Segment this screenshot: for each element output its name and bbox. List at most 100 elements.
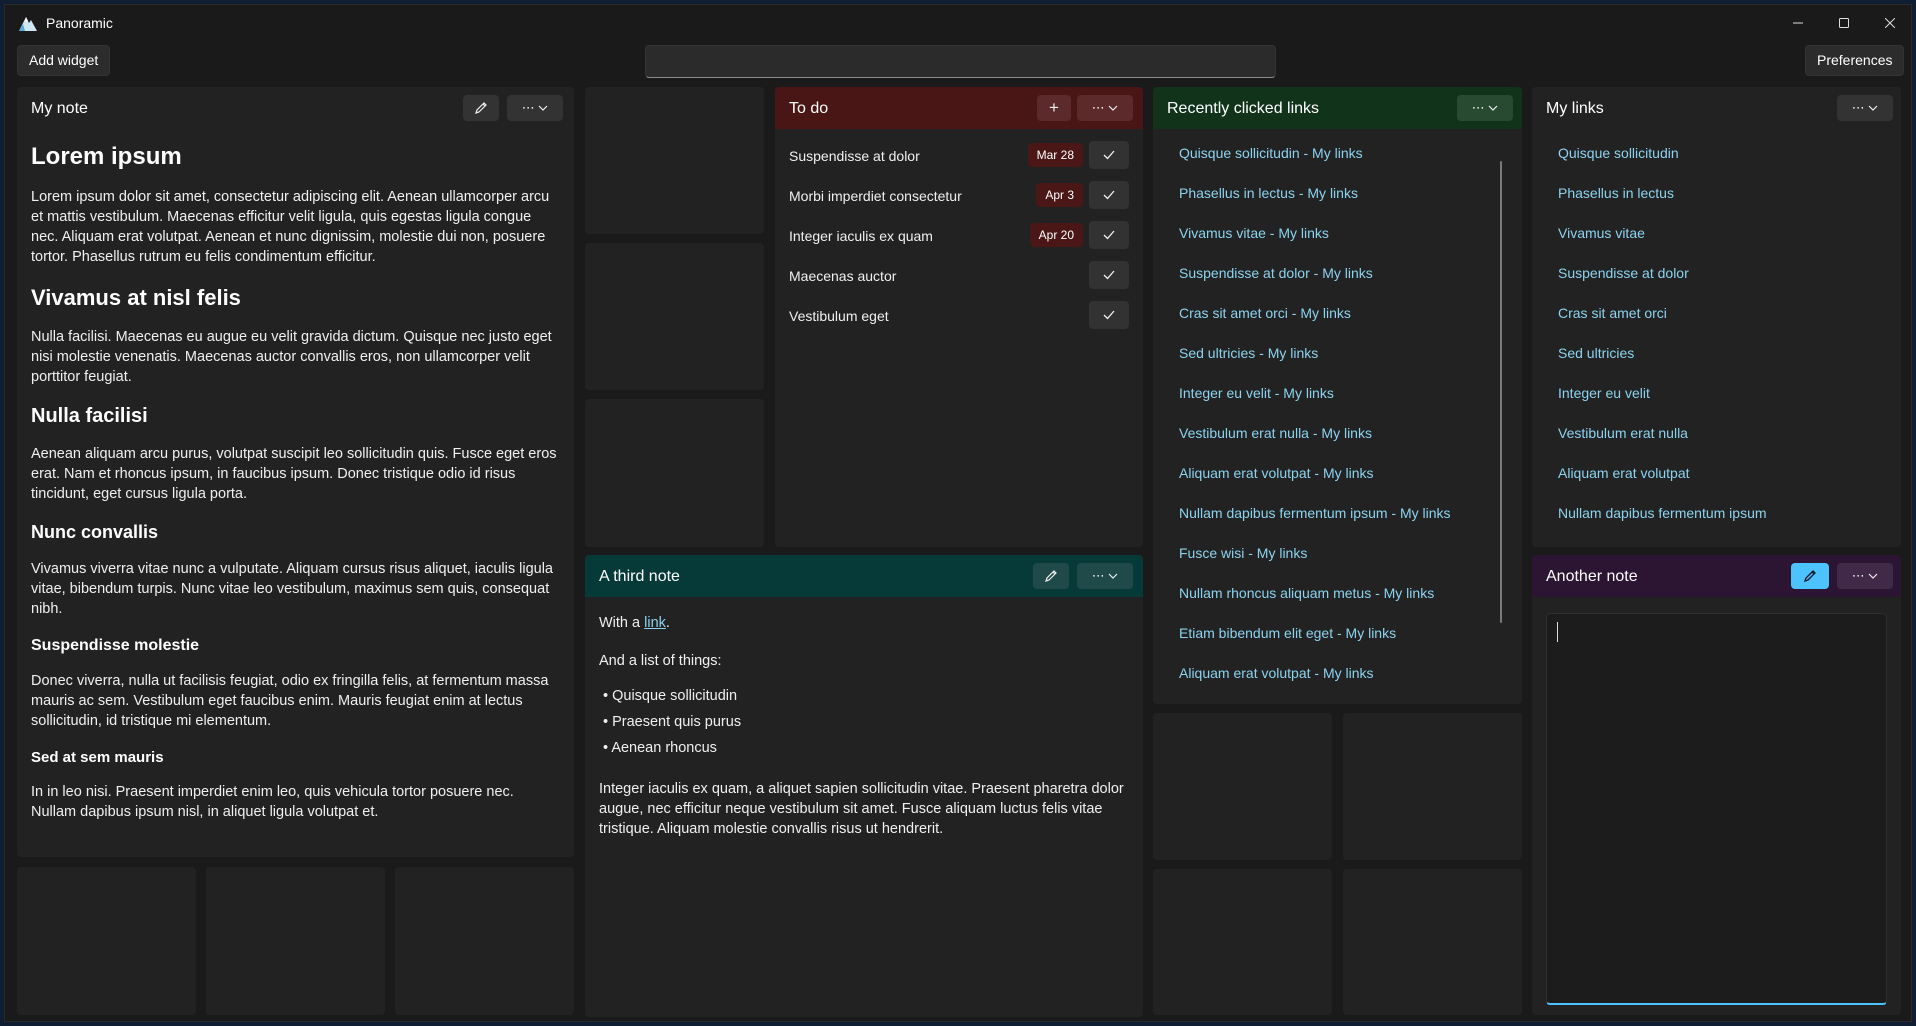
link-item[interactable]: Aliquam erat volutpat (1532, 451, 1901, 491)
more-options-button[interactable]: ⋯ (1837, 563, 1893, 589)
edit-button[interactable] (1033, 563, 1069, 589)
link-item[interactable]: Vestibulum erat nulla - My links (1153, 411, 1522, 451)
empty-widget-slot[interactable] (1153, 869, 1332, 1015)
edit-button-active[interactable] (1791, 563, 1829, 589)
note-heading: Suspendisse molestie (31, 637, 200, 654)
bullet: • (603, 740, 609, 756)
recent-links-widget: Recently clicked links ⋯ Quisque sollici… (1153, 87, 1522, 704)
app-logo-icon (18, 14, 38, 32)
my-links-widget: My links ⋯ Quisque sollicitudin Phasellu… (1532, 87, 1901, 547)
note-paragraph: In in leo nisi. Praesent imperdiet enim … (31, 784, 514, 820)
widget-title: Recently clicked links (1167, 100, 1320, 117)
todo-list: Suspendisse at dolor Mar 28 Morbi imperd… (775, 129, 1143, 547)
scrollbar[interactable] (1500, 161, 1502, 623)
link-item[interactable]: Cras sit amet orci - My links (1153, 291, 1522, 331)
widget-title: A third note (599, 568, 680, 585)
link-item[interactable]: Integer eu velit - My links (1153, 371, 1522, 411)
empty-widget-slot[interactable] (585, 399, 764, 547)
note-paragraph: With a link. (599, 613, 1129, 633)
note-textarea[interactable] (1546, 613, 1887, 1005)
list-item: • Aenean rhoncus (599, 735, 1129, 761)
note-paragraph: Nulla facilisi. Maecenas eu augue eu vel… (31, 329, 552, 385)
pencil-icon (1045, 570, 1057, 582)
note-paragraph: Donec viverra, nulla ut facilisis feugia… (31, 673, 549, 729)
chevron-down-icon (1868, 105, 1878, 111)
empty-widget-slot[interactable] (1343, 713, 1522, 860)
chevron-down-icon (538, 105, 548, 111)
checkmark-icon (1103, 270, 1115, 280)
more-options-button[interactable]: ⋯ (1077, 95, 1133, 121)
list-item: • Quisque sollicitudin (599, 683, 1129, 709)
link-item[interactable]: Cras sit amet orci (1532, 291, 1901, 331)
todo-widget: To do + ⋯ Suspendisse at dolor Mar 28 Mo… (775, 87, 1143, 547)
complete-button[interactable] (1089, 221, 1129, 249)
due-date-badge: Apr 3 (1036, 183, 1083, 207)
more-options-button[interactable]: ⋯ (1457, 95, 1513, 121)
empty-widget-slot[interactable] (206, 867, 385, 1015)
link-item[interactable]: Quisque sollicitudin (1532, 131, 1901, 171)
link-item[interactable]: Suspendisse at dolor (1532, 251, 1901, 291)
empty-widget-slot[interactable] (17, 867, 196, 1015)
todo-text: Morbi imperdiet consectetur (789, 188, 962, 204)
note-paragraph: Vivamus viverra vitae nunc a vulputate. … (31, 561, 553, 617)
note-paragraph: Integer iaculis ex quam, a aliquet sapie… (599, 781, 1124, 837)
link-item[interactable]: Nullam dapibus fermentum ipsum - My link… (1153, 491, 1522, 531)
empty-widget-slot[interactable] (1343, 869, 1522, 1015)
links-list: Quisque sollicitudin - My links Phasellu… (1153, 129, 1522, 690)
app-title: Panoramic (46, 15, 113, 31)
empty-widget-slot[interactable] (585, 87, 764, 234)
add-widget-button[interactable]: Add widget (17, 45, 111, 76)
note-paragraph: Aenean aliquam arcu purus, volutpat susc… (31, 446, 557, 502)
link-item[interactable]: Sed ultricies - My links (1153, 331, 1522, 371)
maximize-button[interactable] (1821, 5, 1867, 41)
link-item[interactable]: Nullam rhoncus aliquam metus - My links (1153, 571, 1522, 611)
link-item[interactable]: Etiam bibendum elit eget - My links (1153, 611, 1522, 651)
complete-button[interactable] (1089, 181, 1129, 209)
link-item[interactable]: Phasellus in lectus - My links (1153, 171, 1522, 211)
link-item[interactable]: Quisque sollicitudin - My links (1153, 131, 1522, 171)
empty-widget-slot[interactable] (1153, 713, 1332, 860)
note-link[interactable]: link (644, 615, 666, 631)
link-item[interactable]: Vivamus vitae (1532, 211, 1901, 251)
empty-widget-slot[interactable] (585, 243, 764, 390)
widget-header: My links ⋯ (1532, 87, 1901, 129)
pencil-icon (475, 102, 487, 114)
more-options-button[interactable]: ⋯ (507, 95, 563, 121)
link-item[interactable]: Nullam dapibus fermentum ipsum (1532, 491, 1901, 531)
link-item[interactable]: Sed ultricies (1532, 331, 1901, 371)
checkmark-icon (1103, 150, 1115, 160)
link-item[interactable]: Fusce wisi - My links (1153, 531, 1522, 571)
close-window-button[interactable] (1867, 5, 1913, 41)
due-date-badge: Apr 20 (1029, 223, 1083, 247)
link-item[interactable]: Aliquam erat volutpat - My links (1153, 651, 1522, 690)
widget-header: Recently clicked links ⋯ (1153, 87, 1522, 129)
more-options-button[interactable]: ⋯ (1837, 95, 1893, 121)
link-item[interactable]: Vivamus vitae - My links (1153, 211, 1522, 251)
minimize-button[interactable] (1775, 5, 1821, 41)
bullet: • (603, 714, 609, 730)
more-options-button[interactable]: ⋯ (1077, 563, 1133, 589)
add-task-button[interactable]: + (1037, 95, 1071, 121)
link-item[interactable]: Aliquam erat volutpat - My links (1153, 451, 1522, 491)
my-note-widget: My note ⋯ Lorem ipsum Lorem ipsum dolor … (17, 87, 574, 857)
preferences-button[interactable]: Preferences (1805, 45, 1905, 76)
complete-button[interactable] (1089, 141, 1129, 169)
search-input[interactable] (645, 45, 1276, 78)
list-item: • Praesent quis purus (599, 709, 1129, 735)
note-text: With a (599, 615, 645, 631)
link-item[interactable]: Integer eu velit (1532, 371, 1901, 411)
link-item[interactable]: Phasellus in lectus (1532, 171, 1901, 211)
app-window: Panoramic Add widget Preferences My note… (4, 4, 1912, 1022)
note-heading: Vivamus at nisl felis (31, 285, 241, 310)
maximize-icon (1839, 18, 1849, 28)
complete-button[interactable] (1089, 301, 1129, 329)
edit-button[interactable] (463, 95, 499, 121)
link-item[interactable]: Vestibulum erat nulla (1532, 411, 1901, 451)
another-note-widget: Another note ⋯ (1532, 555, 1901, 1015)
chevron-down-icon (1868, 573, 1878, 579)
link-item[interactable]: Suspendisse at dolor - My links (1153, 251, 1522, 291)
complete-button[interactable] (1089, 261, 1129, 289)
empty-widget-slot[interactable] (395, 867, 574, 1015)
list-item-text: Praesent quis purus (612, 714, 742, 730)
todo-text: Maecenas auctor (789, 268, 897, 284)
